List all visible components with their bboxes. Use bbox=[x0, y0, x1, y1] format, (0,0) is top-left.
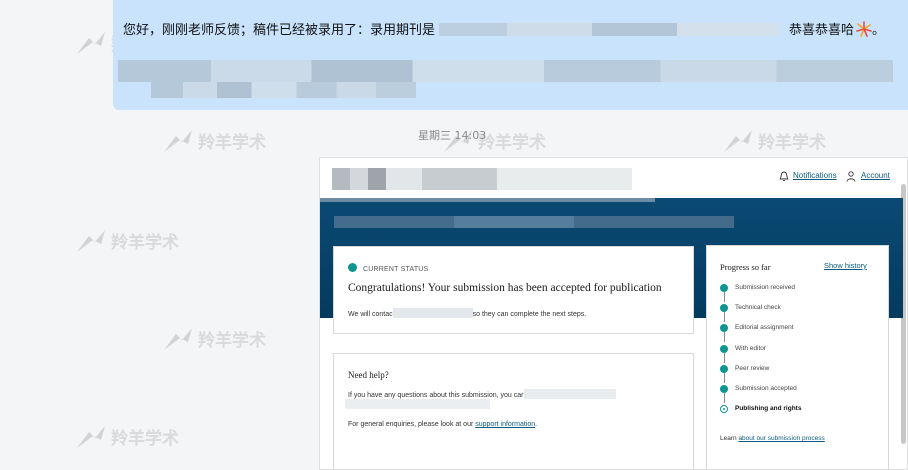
submission-portal-screenshot[interactable]: Notifications Account CURRENT STATUS Con… bbox=[319, 157, 908, 470]
learn-more: Learn about our submission process bbox=[720, 435, 825, 442]
message-end: 。 bbox=[872, 23, 886, 38]
status-label: CURRENT STATUS bbox=[348, 263, 428, 273]
chat-timestamp: 星期三 14:03 bbox=[418, 129, 487, 142]
watermark: 羚羊学术 bbox=[162, 128, 266, 154]
watermark: 羚羊学术 bbox=[75, 228, 179, 254]
step-complete-icon bbox=[720, 284, 728, 292]
redacted-text-row bbox=[151, 82, 416, 98]
redacted-journal-logo bbox=[332, 168, 632, 190]
portal-header: Notifications Account bbox=[320, 158, 907, 198]
redacted-text bbox=[345, 399, 490, 409]
redacted-article-title bbox=[334, 216, 734, 228]
help-title: Need help? bbox=[348, 370, 389, 380]
watermark: 羚羊学术 bbox=[75, 424, 179, 450]
bell-icon bbox=[779, 171, 789, 182]
watermark: 羚羊学术 bbox=[722, 128, 826, 154]
status-message: We will contac so they can complete the n… bbox=[348, 308, 586, 318]
step-complete-icon bbox=[720, 304, 728, 313]
step-current-icon bbox=[720, 405, 728, 414]
status-card: CURRENT STATUS Congratulations! Your sub… bbox=[333, 246, 694, 334]
show-history-link[interactable]: Show history bbox=[824, 261, 867, 270]
step-complete-icon bbox=[720, 384, 728, 393]
redacted-journal-name bbox=[439, 23, 780, 36]
support-information-link[interactable]: support information bbox=[475, 421, 535, 428]
progress-title: Progress so far bbox=[720, 262, 771, 272]
chat-message-bubble[interactable]: 您好，刚刚老师反馈；稿件已经被录用了：录用期刊是 恭喜恭喜哈 。 bbox=[113, 0, 908, 110]
account-icon bbox=[846, 171, 856, 182]
redacted-text bbox=[523, 389, 616, 399]
message-suffix: 恭喜恭喜哈 bbox=[789, 23, 855, 38]
step-complete-icon bbox=[720, 364, 728, 373]
notifications-link[interactable]: Notifications bbox=[793, 171, 837, 180]
watermark: 羚羊学术 bbox=[162, 326, 266, 352]
status-dot-icon bbox=[348, 263, 357, 272]
step-complete-icon bbox=[720, 324, 728, 333]
help-card: Need help? If you have any questions abo… bbox=[333, 353, 694, 469]
step-complete-icon bbox=[720, 344, 728, 353]
chat-message-text: 您好，刚刚老师反馈；稿件已经被录用了：录用期刊是 恭喜恭喜哈 。 bbox=[123, 19, 885, 38]
hero-accent-bar bbox=[320, 198, 655, 202]
help-line: For general enquiries, please look at ou… bbox=[348, 421, 538, 428]
firework-icon bbox=[856, 21, 872, 37]
help-line: If you have any questions about this sub… bbox=[348, 389, 616, 399]
message-prefix: 您好，刚刚老师反馈；稿件已经被录用了：录用期刊是 bbox=[123, 23, 436, 38]
redacted-text-row bbox=[118, 60, 893, 82]
progress-card: Progress so far Show history Submission … bbox=[706, 245, 889, 469]
status-title: Congratulations! Your submission has bee… bbox=[348, 282, 662, 294]
submission-process-link[interactable]: about our submission process bbox=[738, 435, 824, 442]
account-link[interactable]: Account bbox=[861, 171, 890, 180]
redacted-text bbox=[392, 308, 473, 318]
